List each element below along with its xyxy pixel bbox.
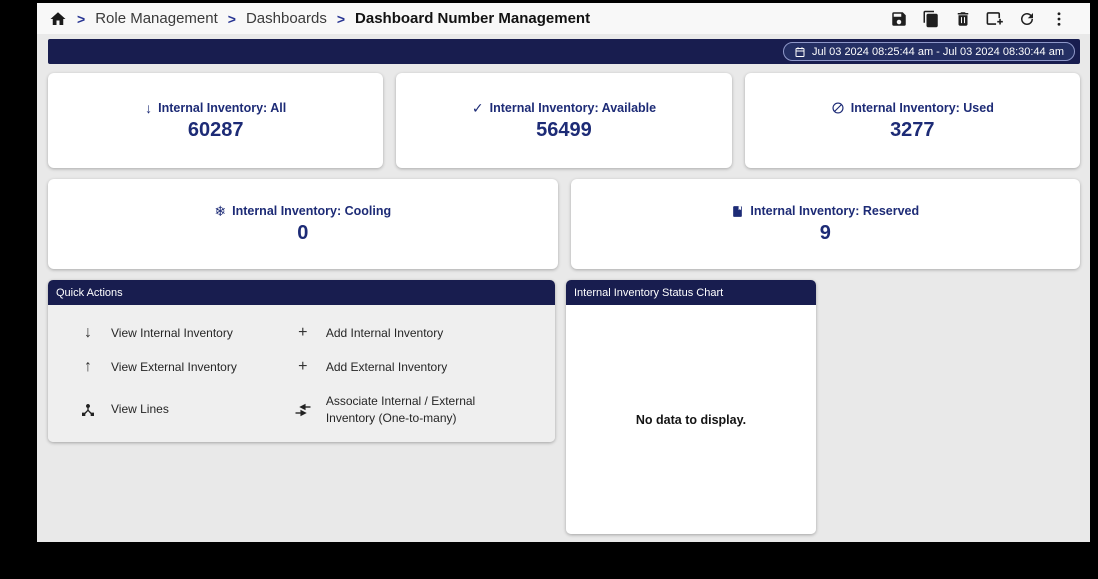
app-window: > Role Management > Dashboards > Dashboa… [37,3,1090,542]
stat-card-value: 0 [297,222,308,244]
chart-panel-header: Internal Inventory Status Chart [566,280,816,305]
date-range-picker[interactable]: Jul 03 2024 08:25:44 am - Jul 03 2024 08… [783,42,1075,61]
block-icon [831,101,845,115]
stat-card-label: Internal Inventory: All [158,101,286,115]
stat-card-internal-inventory-cooling: ❄ Internal Inventory: Cooling 0 [48,179,558,269]
refresh-icon[interactable] [1017,9,1036,28]
inventory-status-chart-panel: Internal Inventory Status Chart No data … [566,280,816,534]
stat-card-internal-inventory-all: ↓ Internal Inventory: All 60287 [48,73,383,168]
stat-card-label: Internal Inventory: Used [851,101,994,115]
action-label: Add External Inventory [326,359,447,375]
stat-card-value: 56499 [536,119,592,141]
action-label: View Internal Inventory [111,325,233,341]
dashboard-content: Jul 03 2024 08:25:44 am - Jul 03 2024 08… [37,34,1090,534]
snowflake-icon: ❄ [214,204,226,218]
breadcrumb-separator: > [228,10,236,27]
home-icon[interactable] [49,10,67,28]
stat-card-label: Internal Inventory: Reserved [750,204,919,218]
duplicate-icon[interactable] [921,9,940,28]
breadcrumb-item-dashboards[interactable]: Dashboards [246,10,327,27]
stat-cards-row-2: ❄ Internal Inventory: Cooling 0 Internal… [48,179,1080,269]
quick-actions-title: Quick Actions [56,287,123,299]
device-hub-icon [78,402,98,418]
stat-card-internal-inventory-available: ✓ Internal Inventory: Available 56499 [396,73,731,168]
action-add-internal-inventory[interactable]: + Add Internal Inventory [293,325,545,341]
more-vert-icon[interactable] [1049,9,1068,28]
breadcrumb-separator: > [77,10,85,27]
stat-card-internal-inventory-reserved: Internal Inventory: Reserved 9 [571,179,1081,269]
plus-icon: + [293,359,313,375]
stat-card-internal-inventory-used: Internal Inventory: Used 3277 [745,73,1080,168]
chart-panel-title: Internal Inventory Status Chart [574,287,723,299]
merge-arrows-icon [293,401,313,419]
date-range-bar: Jul 03 2024 08:25:44 am - Jul 03 2024 08… [48,39,1080,64]
quick-actions-body: ↓ View Internal Inventory + Add Internal… [48,305,555,442]
bottom-panels: Quick Actions ↓ View Internal Inventory … [48,280,1080,534]
breadcrumb-item-role-management[interactable]: Role Management [95,10,218,27]
stat-cards-row-1: ↓ Internal Inventory: All 60287 ✓ Intern… [48,73,1080,168]
action-label: Associate Internal / External Inventory … [326,393,486,425]
stat-card-label: Internal Inventory: Available [490,101,656,115]
action-add-external-inventory[interactable]: + Add External Inventory [293,359,545,375]
stat-card-value: 60287 [188,119,244,141]
date-range-value: Jul 03 2024 08:25:44 am - Jul 03 2024 08… [812,46,1064,58]
quick-actions-panel: Quick Actions ↓ View Internal Inventory … [48,280,555,442]
breadcrumb: > Role Management > Dashboards > Dashboa… [49,10,590,28]
quick-actions-header: Quick Actions [48,280,555,305]
save-icon[interactable] [889,9,908,28]
stat-card-label: Internal Inventory: Cooling [232,204,391,218]
action-label: View Lines [111,401,169,417]
chart-empty-message: No data to display. [636,413,746,427]
add-new-icon[interactable] [985,9,1004,28]
arrow-up-icon: ↑ [78,359,98,375]
plus-icon: + [293,325,313,341]
toolbar-actions [889,9,1074,28]
action-view-external-inventory[interactable]: ↑ View External Inventory [78,359,293,375]
top-toolbar: > Role Management > Dashboards > Dashboa… [37,3,1090,34]
stat-card-value: 9 [820,222,831,244]
arrow-down-icon: ↓ [145,101,152,115]
book-icon [731,205,744,218]
calendar-icon [794,46,806,58]
action-label: Add Internal Inventory [326,325,443,341]
breadcrumb-separator: > [337,10,345,27]
arrow-down-icon: ↓ [78,325,98,341]
check-icon: ✓ [472,101,484,115]
delete-icon[interactable] [953,9,972,28]
action-associate-internal-external-inventory[interactable]: Associate Internal / External Inventory … [293,393,545,425]
breadcrumb-item-current: Dashboard Number Management [355,10,590,27]
action-view-lines[interactable]: View Lines [78,401,293,417]
stat-card-value: 3277 [890,119,935,141]
chart-body: No data to display. [566,305,816,534]
action-view-internal-inventory[interactable]: ↓ View Internal Inventory [78,325,293,341]
action-label: View External Inventory [111,359,237,375]
